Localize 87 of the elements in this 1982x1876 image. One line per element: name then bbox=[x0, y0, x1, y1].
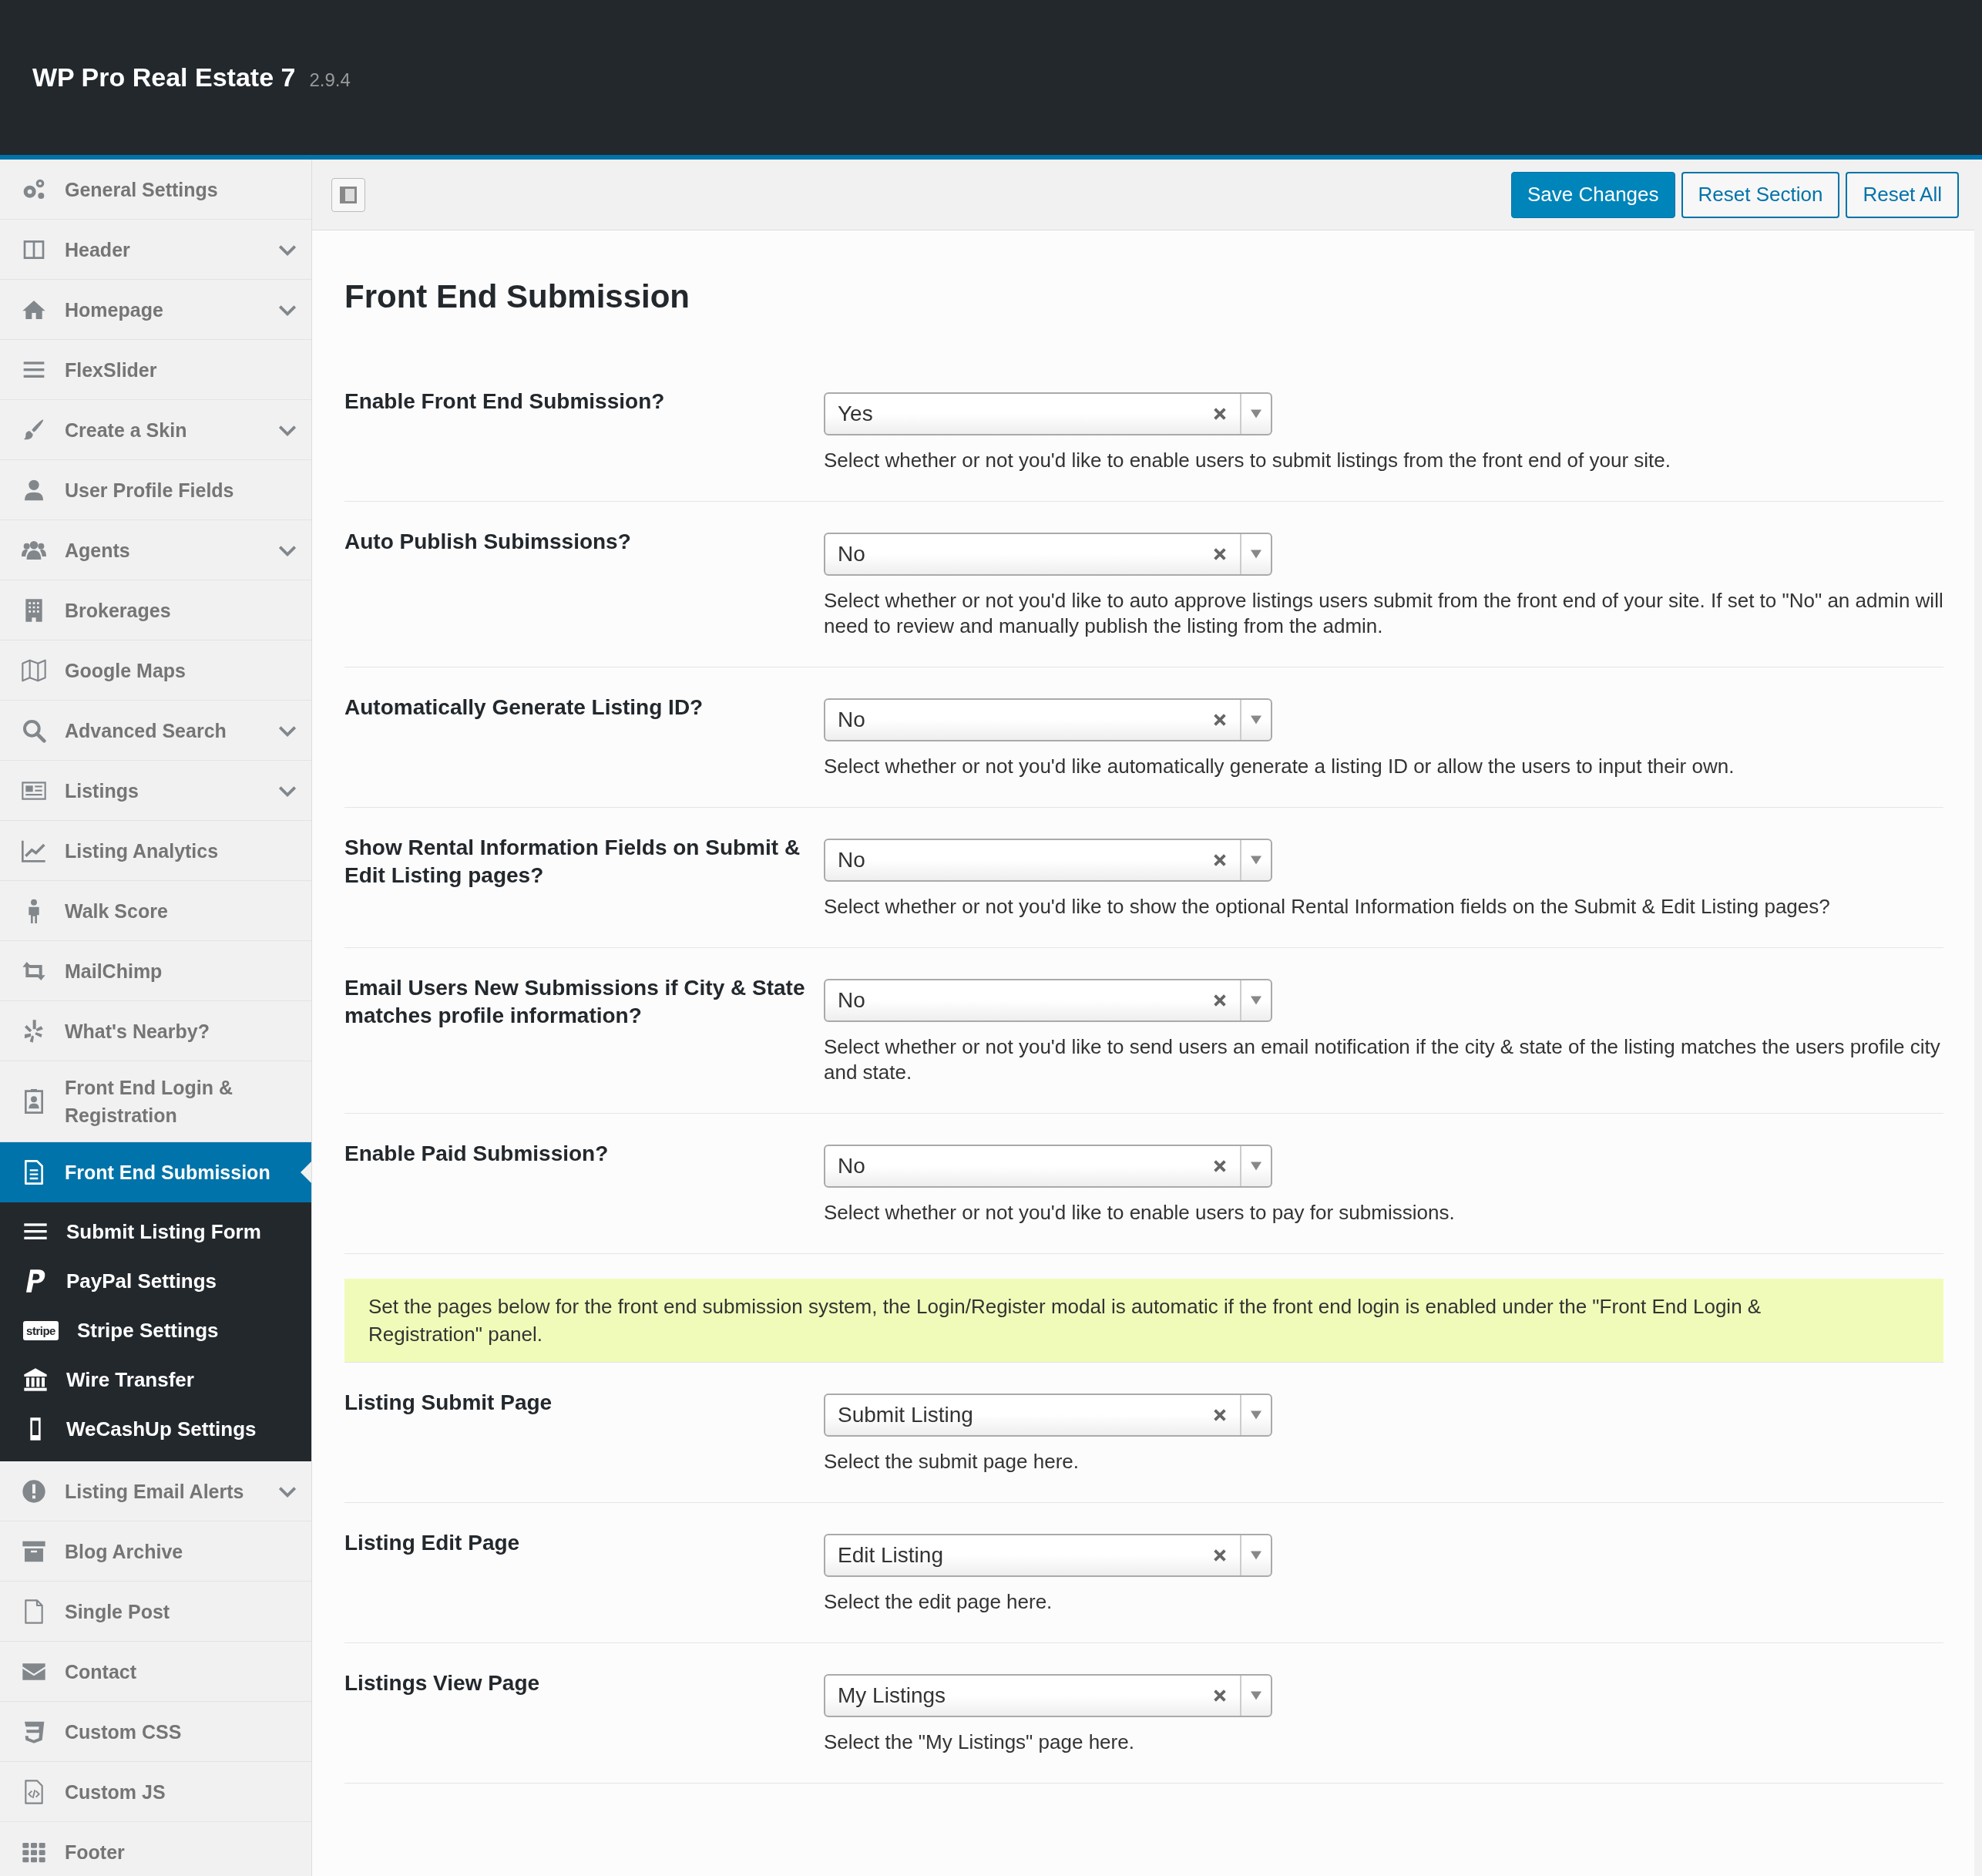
map-icon bbox=[22, 657, 46, 683]
clear-icon[interactable] bbox=[1214, 1409, 1226, 1421]
sidebar-item[interactable]: Listings bbox=[0, 761, 311, 821]
sidebar-item[interactable]: FlexSlider bbox=[0, 340, 311, 400]
sidebar-item[interactable]: Listing Email Alerts bbox=[0, 1461, 311, 1521]
clear-icon[interactable] bbox=[1214, 1689, 1226, 1702]
select-field[interactable]: No bbox=[824, 698, 1272, 741]
setting-description: Select whether or not you'd like to enable users to submit listings from the front end of your site. bbox=[824, 448, 1671, 473]
exclamation-icon bbox=[22, 1478, 46, 1504]
submenu-item[interactable]: Submit Listing Form bbox=[0, 1207, 311, 1256]
setting-label: Automatically Generate Listing ID? bbox=[344, 694, 704, 721]
panel-layout-icon bbox=[339, 185, 358, 204]
info-notice: Set the pages below for the front end submission system, the Login/Register modal is automatic if the front end login is enabled under the "Front End Login & Registration" panel. bbox=[344, 1279, 1943, 1363]
caret-icon[interactable] bbox=[1251, 996, 1261, 1005]
caret-icon[interactable] bbox=[1251, 1410, 1261, 1420]
select-field[interactable]: No bbox=[824, 533, 1272, 576]
setting-description: Select the edit page here. bbox=[824, 1589, 1053, 1615]
app-title: WP Pro Real Estate 7 bbox=[32, 62, 296, 92]
setting-description: Select the submit page here. bbox=[824, 1449, 1080, 1474]
sidebar-item[interactable]: Advanced Search bbox=[0, 701, 311, 761]
caret-icon[interactable] bbox=[1251, 1691, 1261, 1700]
toolbar-button[interactable]: Save Changes bbox=[1510, 171, 1675, 218]
setting-description: Select the "My Listings" page here. bbox=[824, 1730, 1135, 1755]
sidebar-item[interactable]: Single Post bbox=[0, 1582, 311, 1642]
sidebar-item[interactable]: What's Nearby? bbox=[0, 1001, 311, 1061]
submenu-item[interactable]: WeCashUp Settings bbox=[0, 1404, 311, 1454]
caret-icon[interactable] bbox=[1251, 550, 1261, 559]
setting-label: Enable Front End Submission? bbox=[344, 388, 666, 415]
select-field[interactable]: No bbox=[824, 979, 1272, 1022]
caret-icon[interactable] bbox=[1251, 1551, 1261, 1560]
version-label: 2.9.4 bbox=[309, 69, 351, 91]
toolbar-button[interactable]: Reset Section bbox=[1681, 171, 1840, 218]
select-field[interactable]: No bbox=[824, 1145, 1272, 1188]
sidebar-item[interactable]: Homepage bbox=[0, 280, 311, 340]
sidebar-item[interactable]: MailChimp bbox=[0, 941, 311, 1001]
sidebar-item[interactable]: Blog Archive bbox=[0, 1521, 311, 1582]
clear-icon[interactable] bbox=[1214, 1549, 1226, 1562]
select-field[interactable]: No bbox=[824, 839, 1272, 882]
search-icon bbox=[22, 718, 46, 743]
sidebar-item[interactable]: Custom JS bbox=[0, 1762, 311, 1822]
select-field[interactable]: Edit Listing bbox=[824, 1534, 1272, 1577]
setting-label: Show Rental Information Fields on Submit & Edit Listing pages? bbox=[344, 835, 801, 889]
sidebar-item[interactable]: Walk Score bbox=[0, 881, 311, 941]
setting-description: Select whether or not you'd like to show the optional Rental Information fields on the Submit & Edit Listing pages? bbox=[824, 894, 1831, 920]
sidebar-item[interactable]: Footer bbox=[0, 1822, 311, 1876]
sidebar-item[interactable]: Agents bbox=[0, 520, 311, 580]
sidebar-item[interactable]: Brokerages bbox=[0, 580, 311, 640]
bank-icon bbox=[23, 1367, 48, 1392]
section-title: Front End Submission bbox=[344, 278, 690, 315]
sidebar-item[interactable]: General Settings bbox=[0, 160, 311, 220]
clear-icon[interactable] bbox=[1214, 548, 1226, 560]
setting-description: Select whether or not you'd like automatically generate a listing ID or allow the users to input their own. bbox=[824, 754, 1735, 779]
sidebar-item[interactable]: User Profile Fields bbox=[0, 460, 311, 520]
toolbar-button[interactable]: Reset All bbox=[1846, 171, 1959, 218]
caret-icon[interactable] bbox=[1251, 409, 1261, 419]
sidebar-item[interactable]: Front End Submission bbox=[0, 1142, 311, 1202]
sidebar-item[interactable]: Create a Skin bbox=[0, 400, 311, 460]
sidebar-item[interactable]: Google Maps bbox=[0, 640, 311, 701]
clear-icon[interactable] bbox=[1214, 1160, 1226, 1172]
setting-description: Select whether or not you'd like to auto approve listings users submit from the front end of your site. If set to "No" an admin will need to review and manually publish the listing from the admin. bbox=[824, 588, 1943, 639]
select-field[interactable]: Submit Listing bbox=[824, 1394, 1272, 1437]
setting-label: Auto Publish Subimssions? bbox=[344, 529, 632, 555]
caret-icon[interactable] bbox=[1251, 1162, 1261, 1171]
clear-icon[interactable] bbox=[1214, 408, 1226, 420]
sidebar-item[interactable]: Contact bbox=[0, 1642, 311, 1702]
clear-icon[interactable] bbox=[1214, 714, 1226, 726]
select-field[interactable]: My Listings bbox=[824, 1674, 1272, 1717]
setting-description: Select whether or not you'd like to send users an email notification if the city & state of the listing matches the users profile city and state. bbox=[824, 1034, 1941, 1085]
submenu-item[interactable]: Wire Transfer bbox=[0, 1355, 311, 1404]
setting-label: Email Users New Submissions if City & State matches profile information? bbox=[344, 975, 806, 1029]
sidebar-item[interactable]: Custom CSS bbox=[0, 1702, 311, 1762]
clear-icon[interactable] bbox=[1214, 994, 1226, 1007]
select-field[interactable]: Yes bbox=[824, 392, 1272, 435]
setting-label: Listings View Page bbox=[344, 1670, 541, 1696]
setting-label: Enable Paid Submission? bbox=[344, 1141, 610, 1167]
sidebar-item[interactable]: Header bbox=[0, 220, 311, 280]
submenu-item[interactable]: PayPal Settings bbox=[0, 1256, 311, 1306]
submenu-item[interactable]: stripe Stripe Settings bbox=[0, 1306, 311, 1355]
caret-icon[interactable] bbox=[1251, 856, 1261, 865]
expand-toggle-button[interactable] bbox=[331, 177, 365, 212]
setting-description: Select whether or not you'd like to enable users to pay for submissions. bbox=[824, 1200, 1456, 1225]
caret-icon[interactable] bbox=[1251, 715, 1261, 725]
setting-label: Listing Edit Page bbox=[344, 1530, 521, 1556]
logo-badge: stripe bbox=[23, 1320, 59, 1340]
sidebar-item[interactable]: Listing Analytics bbox=[0, 821, 311, 881]
setting-label: Listing Submit Page bbox=[344, 1390, 553, 1416]
clear-icon[interactable] bbox=[1214, 854, 1226, 866]
